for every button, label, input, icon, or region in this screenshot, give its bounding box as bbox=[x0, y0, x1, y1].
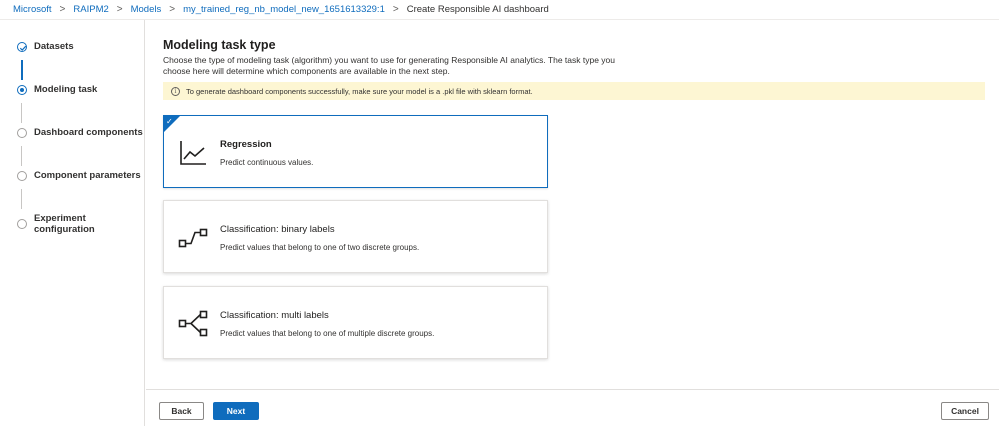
info-banner-text: To generate dashboard components success… bbox=[186, 86, 533, 96]
step-label: Experiment configuration bbox=[34, 213, 95, 235]
wizard-stepper: Datasets Modeling task Dashboard compone… bbox=[0, 20, 145, 426]
info-icon: i bbox=[171, 86, 180, 96]
step-modeling-task[interactable]: Modeling task bbox=[17, 84, 97, 95]
step-label: Modeling task bbox=[34, 84, 98, 95]
chevron-right-icon: > bbox=[169, 4, 176, 15]
chevron-right-icon: > bbox=[392, 4, 399, 15]
breadcrumb-item-models[interactable]: Models bbox=[131, 4, 162, 15]
breadcrumb-item-microsoft[interactable]: Microsoft bbox=[13, 4, 52, 15]
chevron-right-icon: > bbox=[59, 4, 66, 15]
checkmark-circle-icon bbox=[17, 41, 27, 52]
step-label: Component parameters bbox=[34, 170, 141, 181]
page-title: Modeling task type bbox=[163, 38, 276, 52]
page-description: Choose the type of modeling task (algori… bbox=[163, 55, 616, 76]
card-subtitle: Predict continuous values. bbox=[220, 158, 314, 167]
step-connector bbox=[21, 103, 22, 123]
step-datasets[interactable]: Datasets bbox=[17, 41, 74, 52]
pending-step-icon bbox=[17, 127, 27, 138]
pending-step-icon bbox=[17, 170, 27, 181]
wizard-footer: Back Next Cancel bbox=[146, 389, 999, 426]
task-card-regression[interactable]: ✓ Regression Predict continuous values. bbox=[163, 115, 548, 188]
step-component-parameters[interactable]: Component parameters bbox=[17, 170, 141, 181]
card-title: Classification: multi labels bbox=[220, 310, 329, 321]
checkmark-icon: ✓ bbox=[166, 117, 173, 126]
pending-step-icon bbox=[17, 219, 27, 229]
step-connector bbox=[21, 189, 22, 209]
regression-icon bbox=[180, 141, 206, 165]
step-experiment-configuration[interactable]: Experiment configuration bbox=[17, 213, 144, 235]
task-card-multi-classification[interactable]: Classification: multi labels Predict val… bbox=[163, 286, 548, 359]
step-dashboard-components[interactable]: Dashboard components bbox=[17, 127, 143, 138]
multi-classification-icon bbox=[178, 310, 208, 337]
card-title: Classification: binary labels bbox=[220, 224, 335, 235]
breadcrumb-current: Create Responsible AI dashboard bbox=[406, 4, 549, 15]
breadcrumb-item-workspace[interactable]: RAIPM2 bbox=[73, 4, 108, 15]
chevron-right-icon: > bbox=[116, 4, 123, 15]
task-card-binary-classification[interactable]: Classification: binary labels Predict va… bbox=[163, 200, 548, 273]
step-label: Dashboard components bbox=[34, 127, 143, 138]
main-content: Modeling task type Choose the type of mo… bbox=[163, 38, 985, 359]
current-step-icon bbox=[17, 84, 27, 95]
breadcrumb-item-model[interactable]: my_trained_reg_nb_model_new_1651613329:1 bbox=[183, 4, 385, 15]
info-banner: i To generate dashboard components succe… bbox=[163, 82, 985, 100]
back-button[interactable]: Back bbox=[159, 402, 204, 420]
card-subtitle: Predict values that belong to one of mul… bbox=[220, 329, 435, 338]
step-label: Datasets bbox=[34, 41, 74, 52]
breadcrumb: Microsoft > RAIPM2 > Models > my_trained… bbox=[0, 0, 999, 20]
binary-classification-icon bbox=[178, 228, 208, 248]
step-connector bbox=[21, 60, 23, 80]
card-title: Regression bbox=[220, 139, 272, 150]
card-subtitle: Predict values that belong to one of two… bbox=[220, 243, 420, 252]
next-button[interactable]: Next bbox=[213, 402, 259, 420]
cancel-button[interactable]: Cancel bbox=[941, 402, 989, 420]
step-connector bbox=[21, 146, 22, 166]
